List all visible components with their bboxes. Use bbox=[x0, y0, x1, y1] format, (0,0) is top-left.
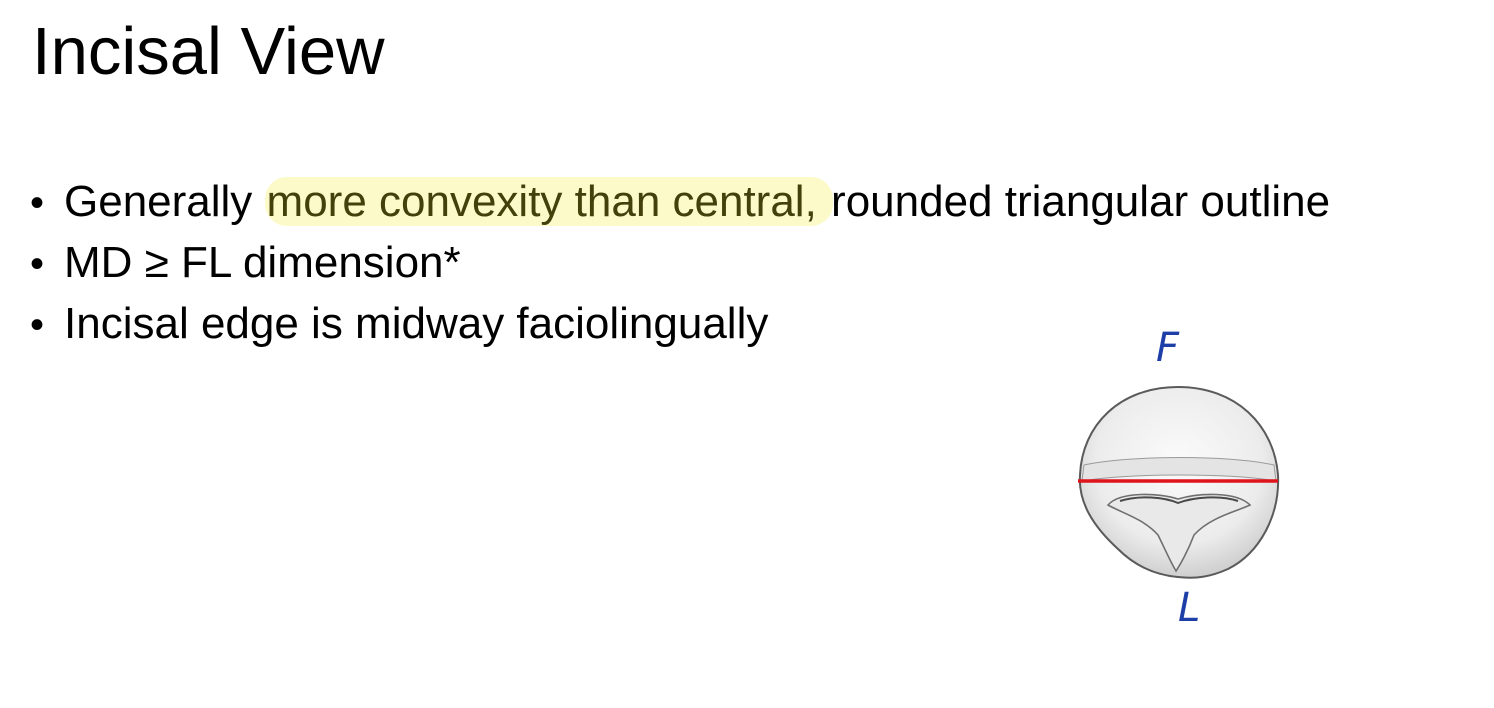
bullet-dot-icon: • bbox=[30, 303, 45, 347]
lingual-label: L bbox=[1178, 585, 1200, 631]
bullet-item: • MD ≥ FL dimension* bbox=[30, 233, 1330, 294]
bullet-dot-icon: • bbox=[30, 181, 45, 225]
slide-title: Incisal View bbox=[32, 14, 385, 89]
tooth-incisal-view-figure: F L bbox=[1060, 315, 1300, 635]
facial-label: F bbox=[1156, 325, 1180, 371]
bullet-text-suffix: rounded triangular outline bbox=[818, 177, 1331, 226]
tooth-drawing: F L bbox=[1078, 325, 1280, 631]
highlighted-text: more convexity than central, bbox=[264, 177, 833, 226]
bullet-text: Generally more convexity than central, r… bbox=[64, 172, 1330, 231]
bullet-text: MD ≥ FL dimension* bbox=[64, 238, 461, 287]
bullet-text: Incisal edge is midway faciolingually bbox=[64, 299, 769, 348]
bullet-item: • Generally more convexity than central,… bbox=[30, 172, 1330, 233]
bullet-text-prefix: Generally bbox=[64, 177, 265, 226]
bullet-dot-icon: • bbox=[30, 242, 45, 286]
